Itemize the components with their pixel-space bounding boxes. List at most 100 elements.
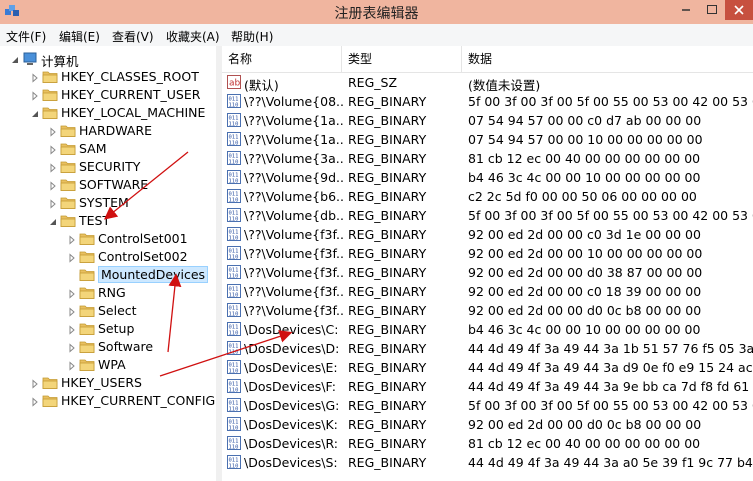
table-row[interactable]: 011 110 \??\Volume{b6... REG_BINARY c2 2c 5d… [222, 187, 753, 206]
expand-icon[interactable] [30, 73, 40, 83]
table-row[interactable]: 011 110 \DosDevices\F: REG_BINARY 44 4d 49 4… [222, 377, 753, 396]
column-header-name[interactable]: 名称 [222, 46, 342, 72]
maximize-button[interactable] [699, 0, 725, 20]
expand-icon[interactable] [67, 325, 77, 335]
table-row[interactable]: 011 110 \??\Volume{f3f... REG_BINARY 92 00 e… [222, 225, 753, 244]
tree-node-rng[interactable]: RNG [0, 284, 216, 302]
collapse-icon[interactable] [10, 55, 20, 65]
close-button[interactable] [725, 0, 753, 20]
svg-text:110: 110 [229, 274, 239, 280]
expand-icon[interactable] [67, 235, 77, 245]
expand-icon[interactable] [67, 289, 77, 299]
tree-toggle[interactable] [48, 180, 58, 191]
expand-icon[interactable] [67, 307, 77, 317]
folder-icon [60, 125, 76, 137]
tree-toggle[interactable] [30, 108, 40, 118]
binary-value-icon: 011110 [227, 208, 241, 222]
value-type: REG_BINARY [348, 341, 427, 356]
minimize-button[interactable] [673, 0, 699, 20]
tree-toggle[interactable] [67, 252, 77, 263]
table-row[interactable]: 011 110 \??\Volume{db... REG_BINARY 5f 00 3f… [222, 206, 753, 225]
tree-node-hkey-local-machine[interactable]: HKEY_LOCAL_MACHINE [0, 104, 216, 122]
value-name: \??\Volume{db... [244, 208, 344, 223]
tree-toggle[interactable] [10, 54, 20, 64]
tree-node-software[interactable]: Software [0, 338, 216, 356]
expand-icon[interactable] [30, 379, 40, 389]
column-header-data[interactable]: 数据 [462, 46, 753, 72]
tree-toggle[interactable] [30, 378, 40, 389]
tree-node-label: RNG [98, 285, 126, 300]
tree-toggle[interactable] [67, 360, 77, 371]
table-row[interactable]: 011 110 \DosDevices\G: REG_BINARY 5f 00 3f 0… [222, 396, 753, 415]
tree-node-select[interactable]: Select [0, 302, 216, 320]
table-row[interactable]: 011 110 \??\Volume{9d... REG_BINARY b4 46 3c… [222, 168, 753, 187]
tree-toggle[interactable] [67, 306, 77, 317]
values-list[interactable]: 名称 类型 数据 ab (默认) REG_SZ (数值未设置) 011 110 \??\Vo… [222, 46, 753, 481]
expand-icon[interactable] [48, 181, 58, 191]
tree-toggle[interactable] [67, 342, 77, 353]
tree-node-system[interactable]: SYSTEM [0, 194, 216, 212]
tree-toggle[interactable] [67, 234, 77, 245]
tree-node-hkey-users[interactable]: HKEY_USERS [0, 374, 216, 392]
expand-icon[interactable] [67, 253, 77, 263]
table-row[interactable]: 011 110 \DosDevices\S: REG_BINARY 44 4d 49 4… [222, 453, 753, 472]
tree-node-controlset001[interactable]: ControlSet001 [0, 230, 216, 248]
expand-icon[interactable] [48, 199, 58, 209]
tree-toggle[interactable] [48, 126, 58, 137]
table-row[interactable]: 011 110 \DosDevices\D: REG_BINARY 44 4d 49 4… [222, 339, 753, 358]
table-row[interactable]: 011 110 \??\Volume{f3f... REG_BINARY 92 00 e… [222, 282, 753, 301]
tree-node-setup[interactable]: Setup [0, 320, 216, 338]
tree-node-mounteddevices[interactable]: MountedDevices [0, 266, 216, 284]
tree-node-test[interactable]: TEST [0, 212, 216, 230]
expand-icon[interactable] [48, 127, 58, 137]
table-row[interactable]: 011 110 \DosDevices\E: REG_BINARY 44 4d 49 4… [222, 358, 753, 377]
table-row[interactable]: 011 110 \DosDevices\C: REG_BINARY b4 46 3c 4… [222, 320, 753, 339]
table-row[interactable]: 011 110 \??\Volume{3a... REG_BINARY 81 cb 12… [222, 149, 753, 168]
tree-toggle[interactable] [30, 90, 40, 101]
tree-toggle[interactable] [48, 144, 58, 155]
tree-node-sam[interactable]: SAM [0, 140, 216, 158]
tree-node-software[interactable]: SOFTWARE [0, 176, 216, 194]
table-row[interactable]: 011 110 \??\Volume{f3f... REG_BINARY 92 00 e… [222, 263, 753, 282]
menu-favorites[interactable]: 收藏夹(A) [166, 28, 220, 45]
tree-node-controlset002[interactable]: ControlSet002 [0, 248, 216, 266]
tree-node-wpa[interactable]: WPA [0, 356, 216, 374]
collapse-icon[interactable] [30, 109, 40, 119]
tree-toggle[interactable] [48, 198, 58, 209]
tree-node-hkey-current-user[interactable]: HKEY_CURRENT_USER [0, 86, 216, 104]
tree-node-hkey-classes-root[interactable]: HKEY_CLASSES_ROOT [0, 68, 216, 86]
tree-toggle[interactable] [30, 72, 40, 83]
registry-tree[interactable]: 计算机 HKEY_CLASSES_ROOT HKEY_CURRENT_USER HKE… [0, 46, 217, 481]
table-row[interactable]: 011 110 \DosDevices\K: REG_BINARY 92 00 ed 2… [222, 415, 753, 434]
expand-icon[interactable] [30, 91, 40, 101]
column-header-type[interactable]: 类型 [342, 46, 462, 72]
expand-icon[interactable] [48, 163, 58, 173]
menu-view[interactable]: 查看(V) [112, 28, 154, 45]
tree-toggle[interactable] [48, 216, 58, 226]
tree-toggle[interactable] [67, 288, 77, 299]
tree-node-label: ControlSet001 [98, 231, 188, 246]
expand-icon[interactable] [67, 361, 77, 371]
tree-node-hardware[interactable]: HARDWARE [0, 122, 216, 140]
menu-file[interactable]: 文件(F) [6, 28, 46, 45]
table-row[interactable]: 011 110 \??\Volume{f3f... REG_BINARY 92 00 e… [222, 244, 753, 263]
table-row[interactable]: 011 110 \??\Volume{1a... REG_BINARY 07 54 94… [222, 111, 753, 130]
value-type: REG_BINARY [348, 284, 427, 299]
expand-icon[interactable] [48, 145, 58, 155]
menu-help[interactable]: 帮助(H) [231, 28, 273, 45]
table-row[interactable]: 011 110 \??\Volume{1a... REG_BINARY 07 54 94… [222, 130, 753, 149]
tree-toggle[interactable] [48, 162, 58, 173]
expand-icon[interactable] [30, 397, 40, 407]
table-row[interactable]: 011 110 \??\Volume{f3f... REG_BINARY 92 00 e… [222, 301, 753, 320]
table-row[interactable]: 011 110 \??\Volume{08... REG_BINARY 5f 00 3f… [222, 92, 753, 111]
table-row[interactable]: 011 110 \DosDevices\R: REG_BINARY 81 cb 12 e… [222, 434, 753, 453]
collapse-icon[interactable] [48, 217, 58, 227]
tree-toggle[interactable] [30, 396, 40, 407]
expand-icon[interactable] [67, 343, 77, 353]
tree-node-hkey-current-config[interactable]: HKEY_CURRENT_CONFIG [0, 392, 216, 410]
table-row[interactable]: ab (默认) REG_SZ (数值未设置) [222, 73, 753, 93]
tree-node-computer[interactable]: 计算机 [0, 50, 216, 69]
menu-edit[interactable]: 编辑(E) [59, 28, 100, 45]
tree-node-security[interactable]: SECURITY [0, 158, 216, 176]
tree-toggle[interactable] [67, 324, 77, 335]
